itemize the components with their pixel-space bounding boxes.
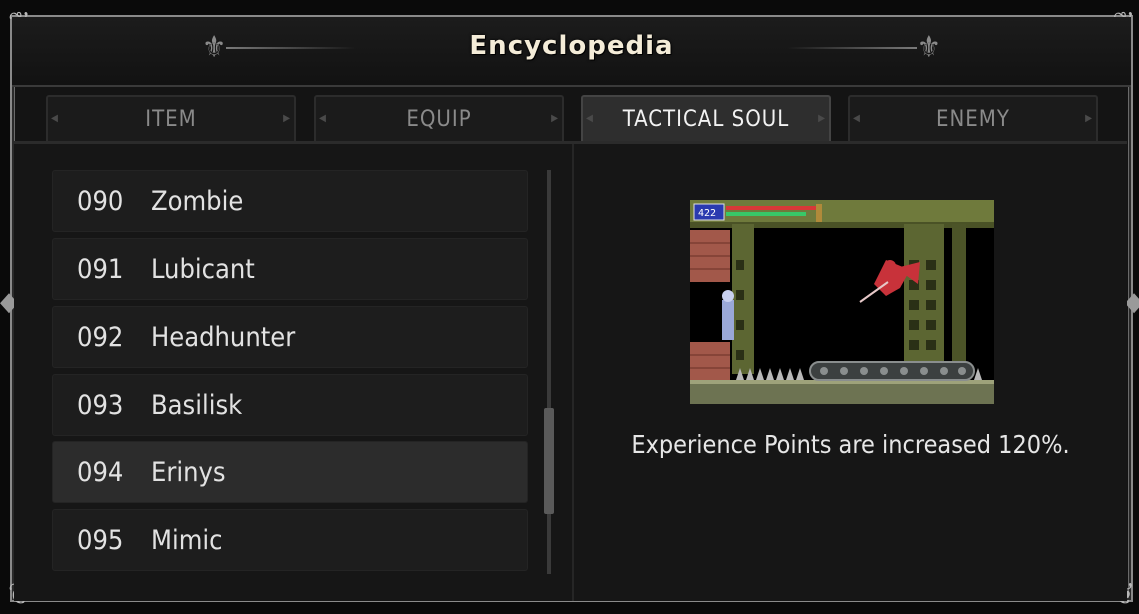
list-item[interactable]: 093 Basilisk bbox=[52, 374, 528, 436]
tab-notch-icon: ◀ bbox=[319, 113, 327, 124]
entry-number: 091 bbox=[77, 253, 124, 285]
category-tabs: ◀ ITEM ▶ ◀ EQUIP ▶ ◀ TACTICAL SOUL ▶ ◀ E… bbox=[46, 95, 1102, 141]
tab-notch-icon: ▶ bbox=[818, 113, 826, 124]
hud-hp-value: 422 bbox=[698, 208, 716, 219]
soul-description: Experience Points are increased 120%. bbox=[631, 430, 1070, 459]
entry-number: 090 bbox=[77, 185, 124, 217]
fleur-de-lis-ornament-right: ⚜ bbox=[786, 30, 941, 65]
tab-notch-icon: ▶ bbox=[1085, 113, 1093, 124]
tab-label: ITEM bbox=[145, 106, 197, 132]
entry-name: Zombie bbox=[151, 185, 244, 217]
entry-number: 095 bbox=[77, 524, 124, 556]
ornament-line bbox=[786, 47, 917, 49]
content-area: 090 Zombie 091 Lubicant 092 Headhunter 0… bbox=[14, 141, 1127, 601]
entry-number: 094 bbox=[77, 456, 124, 488]
scrollbar-thumb[interactable] bbox=[544, 408, 554, 514]
list-item-selected[interactable]: 094 Erinys bbox=[52, 441, 528, 503]
list-item[interactable]: 091 Lubicant bbox=[52, 238, 528, 300]
entry-number: 092 bbox=[77, 321, 124, 353]
tab-label: ENEMY bbox=[936, 106, 1010, 132]
entry-name: Lubicant bbox=[151, 253, 255, 285]
tab-item[interactable]: ◀ ITEM ▶ bbox=[46, 95, 296, 141]
detail-panel: 422 Experience Points are increased 120%… bbox=[574, 144, 1127, 601]
encyclopedia-window: ❦ ❦ ❦ ❦ ◆ ◆ ⚜ Encyclopedia ⚜ ◀ ITEM ▶ ◀ … bbox=[0, 9, 1139, 610]
entry-name: Mimic bbox=[151, 524, 223, 556]
entry-name: Headhunter bbox=[151, 321, 296, 353]
soul-list: 090 Zombie 091 Lubicant 092 Headhunter 0… bbox=[14, 144, 574, 601]
side-ornament-icon: ◆ bbox=[1125, 287, 1139, 317]
fleur-de-lis-icon: ⚜ bbox=[916, 30, 941, 65]
tab-tactical-soul[interactable]: ◀ TACTICAL SOUL ▶ bbox=[581, 95, 831, 141]
list-item[interactable]: 090 Zombie bbox=[52, 170, 528, 232]
tab-equip[interactable]: ◀ EQUIP ▶ bbox=[314, 95, 564, 141]
page-title: Encyclopedia bbox=[469, 31, 674, 61]
tab-notch-icon: ◀ bbox=[51, 113, 59, 124]
entry-number: 093 bbox=[77, 389, 124, 421]
soul-preview-image: 422 bbox=[690, 200, 994, 404]
header-bar: ⚜ Encyclopedia ⚜ bbox=[12, 17, 1131, 87]
tab-enemy[interactable]: ◀ ENEMY ▶ bbox=[848, 95, 1098, 141]
list-item[interactable]: 092 Headhunter bbox=[52, 306, 528, 368]
list-item[interactable]: 095 Mimic bbox=[52, 509, 528, 571]
tab-notch-icon: ▶ bbox=[551, 113, 559, 124]
gameplay-scene: 422 bbox=[690, 200, 994, 404]
tab-notch-icon: ◀ bbox=[853, 113, 861, 124]
entry-name: Basilisk bbox=[151, 389, 243, 421]
tab-label: EQUIP bbox=[406, 106, 472, 132]
tab-notch-icon: ▶ bbox=[283, 113, 291, 124]
tab-label: TACTICAL SOUL bbox=[622, 106, 790, 132]
tab-notch-icon: ◀ bbox=[586, 113, 594, 124]
entry-name: Erinys bbox=[151, 456, 226, 488]
